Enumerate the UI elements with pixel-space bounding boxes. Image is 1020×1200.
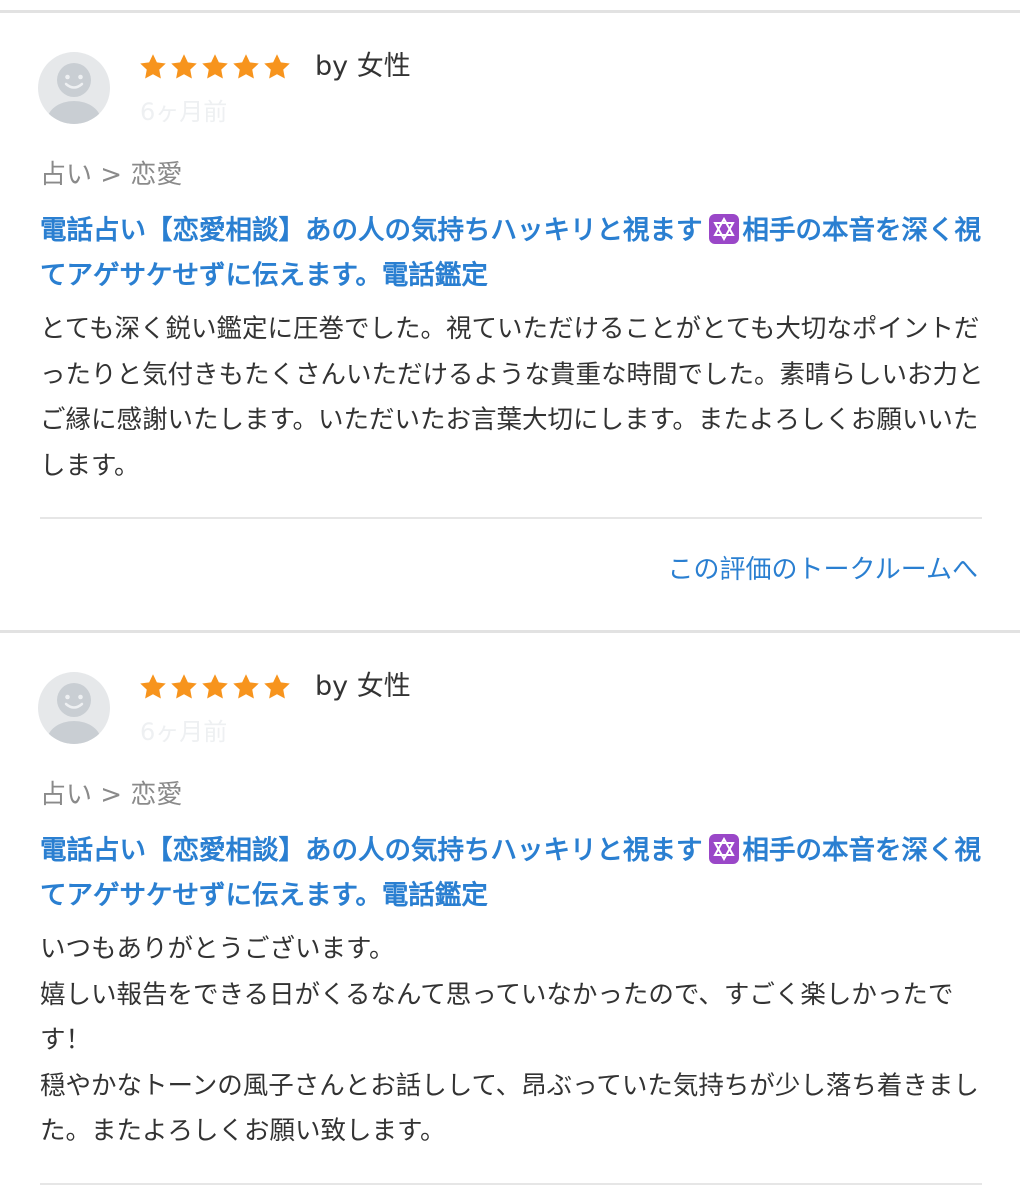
review-timestamp: 6ヶ月前	[140, 718, 228, 746]
star-icon	[233, 674, 259, 699]
avatar[interactable]	[38, 672, 110, 744]
review-body: とても深く鋭い鑑定に圧巻でした。視ていただけることがとても大切なポイントだったり…	[40, 314, 984, 481]
star-icon	[202, 54, 228, 79]
star-rating	[138, 52, 292, 86]
star-rating	[138, 672, 292, 706]
review-divider	[0, 630, 1020, 633]
star-icon	[140, 54, 166, 79]
default-user-avatar-icon	[47, 683, 101, 744]
default-user-avatar-icon	[47, 63, 101, 124]
star-icon	[140, 674, 166, 699]
talkroom-link[interactable]: この評価のトークルームへ	[668, 553, 978, 587]
star-icon	[171, 674, 197, 699]
reviewer-label: by 女性	[315, 51, 411, 82]
star-of-david-emoji-icon	[708, 214, 739, 244]
top-divider	[0, 10, 1020, 13]
service-title-link[interactable]: 電話占い【恋愛相談】あの人の気持ちハッキリと視ます 相手の本音を深く視てアゲサケせ…	[40, 208, 990, 298]
star-icon	[233, 54, 259, 79]
review-inner-divider	[40, 1183, 982, 1185]
star-icon	[171, 54, 197, 79]
service-title-part1: 電話占い【恋愛相談】あの人の気持ちハッキリと視ます	[40, 215, 703, 246]
service-title-link[interactable]: 電話占い【恋愛相談】あの人の気持ちハッキリと視ます 相手の本音を深く視てアゲサケせ…	[40, 828, 990, 918]
category-breadcrumb: 占い > 恋愛	[40, 780, 183, 810]
star-icon	[264, 674, 290, 699]
review-inner-divider	[40, 517, 982, 519]
star-icon	[264, 54, 290, 79]
review-body: いつもありがとうございます。 嬉しい報告をできる日がくるなんて思っていなかったの…	[40, 934, 979, 1146]
review-timestamp: 6ヶ月前	[140, 98, 228, 126]
star-of-david-emoji-icon	[708, 834, 739, 864]
avatar[interactable]	[38, 52, 110, 124]
star-icon	[202, 674, 228, 699]
service-title-part1: 電話占い【恋愛相談】あの人の気持ちハッキリと視ます	[40, 835, 703, 866]
reviewer-label: by 女性	[315, 671, 411, 702]
category-breadcrumb: 占い > 恋愛	[40, 160, 183, 190]
